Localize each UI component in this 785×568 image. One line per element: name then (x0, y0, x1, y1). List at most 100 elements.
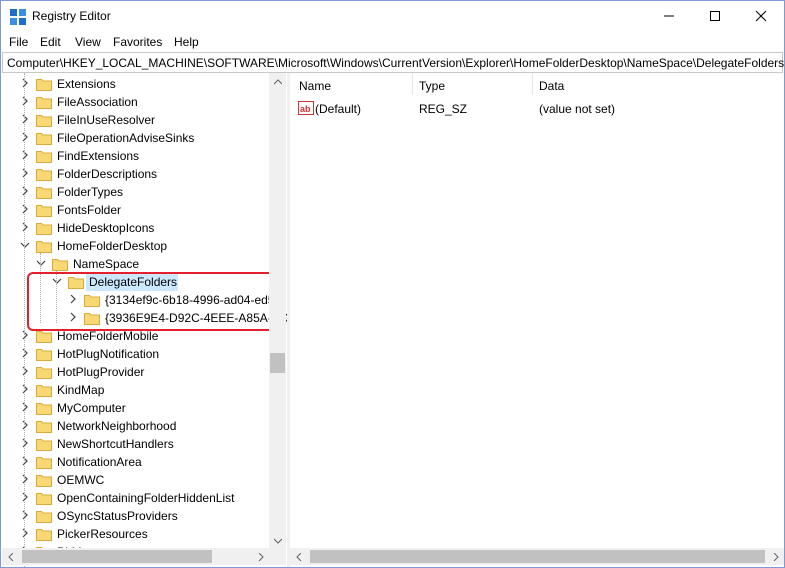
tree-item[interactable]: HotPlugProvider (2, 363, 270, 381)
tree-item[interactable]: NewShortcutHandlers (2, 435, 270, 453)
tree-item-label: OpenContainingFolderHiddenList (57, 491, 235, 505)
close-button[interactable] (738, 1, 784, 31)
tree-item[interactable]: Extensions (2, 75, 270, 93)
chevron-right-icon[interactable] (20, 168, 30, 178)
folder-icon (36, 475, 52, 487)
scroll-left-arrow[interactable] (2, 548, 19, 565)
chevron-right-icon[interactable] (20, 510, 30, 520)
scroll-right-arrow[interactable] (252, 548, 269, 565)
tree-item[interactable]: MyComputer (2, 399, 270, 417)
maximize-button[interactable] (692, 1, 738, 31)
chevron-down-icon[interactable] (20, 240, 30, 250)
column-header-name[interactable]: Name (299, 79, 331, 93)
chevron-right-icon[interactable] (20, 384, 30, 394)
folder-icon (36, 223, 52, 235)
tree-item[interactable]: OEMWC (2, 471, 270, 489)
tree-item-label: NetworkNeighborhood (57, 419, 177, 433)
tree-item-label: FindExtensions (57, 149, 140, 163)
tree-item[interactable]: PickerResources (2, 525, 270, 543)
menu-bar: File Edit View Favorites Help (1, 32, 784, 52)
title-bar[interactable]: Registry Editor (1, 1, 784, 31)
column-header-type[interactable]: Type (419, 79, 445, 93)
menu-edit[interactable]: Edit (40, 35, 61, 49)
menu-help[interactable]: Help (174, 35, 199, 49)
tree-item[interactable]: FileAssociation (2, 93, 270, 111)
chevron-right-icon[interactable] (20, 150, 30, 160)
tree-item[interactable]: FolderDescriptions (2, 165, 270, 183)
chevron-right-icon[interactable] (20, 492, 30, 502)
folder-icon (36, 241, 52, 253)
chevron-down-icon[interactable] (36, 258, 46, 268)
tree-item[interactable]: NetworkNeighborhood (2, 417, 270, 435)
scroll-right-arrow[interactable] (767, 548, 784, 565)
chevron-right-icon[interactable] (20, 330, 30, 340)
chevron-right-icon[interactable] (20, 132, 30, 142)
scroll-left-arrow[interactable] (290, 548, 307, 565)
registry-editor-window: Registry Editor File Edit View Favorites… (0, 0, 785, 568)
tree-item-label: FolderDescriptions (57, 167, 158, 181)
tree-item[interactable]: FolderTypes (2, 183, 270, 201)
tree-item[interactable]: NameSpace (2, 255, 270, 273)
menu-file[interactable]: File (9, 35, 28, 49)
chevron-right-icon[interactable] (20, 114, 30, 124)
tree-item[interactable]: FileInUseResolver (2, 111, 270, 129)
chevron-right-icon[interactable] (20, 78, 30, 88)
folder-icon (36, 493, 52, 505)
list-horizontal-scrollbar[interactable] (290, 548, 784, 565)
tree-item-label: HotPlugNotification (57, 347, 160, 361)
column-divider[interactable] (532, 73, 533, 95)
address-bar[interactable]: Computer\HKEY_LOCAL_MACHINE\SOFTWARE\Mic… (2, 52, 784, 73)
window-title: Registry Editor (32, 9, 111, 23)
folder-icon (36, 511, 52, 523)
menu-favorites[interactable]: Favorites (113, 35, 162, 49)
column-divider[interactable] (412, 73, 413, 95)
scroll-down-arrow[interactable] (269, 532, 286, 549)
chevron-right-icon[interactable] (20, 222, 30, 232)
maximize-icon (710, 11, 720, 21)
tree-item[interactable]: FileOperationAdviseSinks (2, 129, 270, 147)
list-horizontal-scroll-thumb[interactable] (310, 550, 765, 563)
chevron-right-icon[interactable] (20, 366, 30, 376)
value-name: (Default) (315, 102, 362, 116)
chevron-right-icon[interactable] (20, 402, 30, 412)
folder-icon (36, 457, 52, 469)
tree-item[interactable]: OpenContainingFolderHiddenList (2, 489, 270, 507)
chevron-right-icon (773, 552, 779, 561)
folder-icon (36, 79, 52, 91)
folder-icon (36, 151, 52, 163)
chevron-right-icon[interactable] (20, 438, 30, 448)
menu-view[interactable]: View (75, 35, 101, 49)
chevron-right-icon[interactable] (20, 204, 30, 214)
column-header-data[interactable]: Data (539, 79, 564, 93)
chevron-right-icon[interactable] (20, 528, 30, 538)
tree-item[interactable]: HotPlugNotification (2, 345, 270, 363)
folder-icon (36, 385, 52, 397)
folder-icon (36, 421, 52, 433)
tree-item[interactable]: FindExtensions (2, 147, 270, 165)
chevron-right-icon[interactable] (20, 186, 30, 196)
minimize-button[interactable] (646, 1, 692, 31)
tree-item-label: NameSpace (73, 257, 140, 271)
tree-item[interactable]: NotificationArea (2, 453, 270, 471)
chevron-right-icon[interactable] (20, 474, 30, 484)
tree-vertical-scroll-thumb[interactable] (270, 353, 285, 373)
chevron-left-icon (7, 552, 13, 561)
tree-horizontal-scrollbar[interactable] (2, 548, 286, 565)
folder-icon (36, 187, 52, 199)
chevron-right-icon[interactable] (20, 420, 30, 430)
tree-item[interactable]: OSyncStatusProviders (2, 507, 270, 525)
chevron-right-icon[interactable] (20, 348, 30, 358)
tree-item[interactable]: KindMap (2, 381, 270, 399)
tree-item[interactable]: HomeFolderDesktop (2, 237, 270, 255)
tree-horizontal-scroll-thumb[interactable] (22, 550, 212, 563)
tree-item-label: FileAssociation (57, 95, 138, 109)
scroll-up-arrow[interactable] (269, 73, 286, 90)
chevron-right-icon[interactable] (20, 456, 30, 466)
tree-item[interactable]: FontsFolder (2, 201, 270, 219)
tree-item[interactable]: HideDesktopIcons (2, 219, 270, 237)
chevron-right-icon (258, 552, 264, 561)
tree-item-label: OEMWC (57, 473, 105, 487)
tree-item-label: FileOperationAdviseSinks (57, 131, 195, 145)
tree-vertical-scrollbar[interactable] (269, 73, 286, 549)
chevron-right-icon[interactable] (20, 96, 30, 106)
